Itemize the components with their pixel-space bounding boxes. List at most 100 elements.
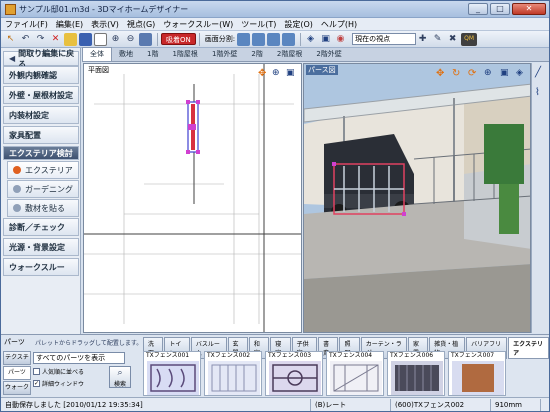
sub-item-gardening[interactable]: ガーデニング	[7, 180, 79, 198]
sub-item-paving[interactable]: 敷材を貼る	[7, 199, 79, 217]
part-thumb-label: TXフェンス007	[451, 352, 495, 359]
window-title: サンプル邸01.m3d - 3Dマイホームデザイナー	[19, 4, 189, 14]
render-icon[interactable]: ◉	[334, 33, 347, 46]
sub-item-exterior[interactable]: エクステリア	[7, 161, 79, 179]
fit-view-icon[interactable]	[139, 32, 152, 46]
plan-camera-icon[interactable]: ▣	[286, 68, 295, 78]
tab-2f-roof[interactable]: 2階屋根	[270, 48, 309, 61]
plan-view[interactable]: 平面図 ✥ ⊕ ▣	[83, 63, 302, 333]
menu-tools[interactable]: ツール(T)	[237, 19, 280, 30]
back-arrow-icon: ◀	[9, 54, 16, 63]
minimize-button[interactable]: _	[468, 3, 488, 15]
part-thumb[interactable]: TXフェンス002	[204, 351, 262, 396]
zoom-out-icon[interactable]: ⊖	[124, 33, 137, 46]
part-thumb[interactable]: TXフェンス004	[326, 351, 384, 396]
part-thumb-label: TXフェンス003	[268, 352, 312, 359]
viewpoint-delete-icon[interactable]: ✖	[446, 33, 459, 46]
tab-1f-roof[interactable]: 1階屋根	[165, 48, 204, 61]
sub-item-gardening-label: ガーデニング	[25, 184, 73, 194]
main-toolbar: ↖ ↶ ↷ ✕ ⊕ ⊖ 吸着ON 画面分割: ◈ ▣ ◉ 現在の視点 ✚ ✎ ✖…	[1, 31, 549, 48]
parts-filter-select[interactable]: すべてのパーツを表示	[33, 352, 125, 364]
perspective-render	[304, 64, 530, 332]
snap-toggle-button[interactable]: 吸着ON	[161, 33, 196, 45]
perspective-view[interactable]: パース図 ✥ ↻ ⟳ ⊕ ▣ ◈	[303, 63, 531, 333]
tab-2f[interactable]: 2階	[244, 48, 269, 61]
part-thumb[interactable]: TXフェンス001	[143, 351, 201, 396]
menu-viewpoint[interactable]: 視点(G)	[123, 19, 159, 30]
qm-logo-icon[interactable]: QM	[461, 32, 478, 46]
exterior-header[interactable]: エクステリア検討	[3, 146, 79, 160]
back-to-layout-button[interactable]: ◀ 間取り編集に戻る	[3, 49, 79, 69]
persp-pan-icon[interactable]: ✥	[436, 68, 444, 79]
close-button[interactable]: ✕	[512, 3, 546, 15]
menu-settings[interactable]: 設定(O)	[280, 19, 317, 30]
persp-rotate-icon[interactable]: ↻	[452, 68, 460, 79]
ctab-exterior[interactable]: エクステリア	[508, 337, 549, 359]
persp-render-icon[interactable]: ▣	[500, 68, 509, 78]
split-vertical-icon[interactable]	[267, 32, 281, 46]
detail-window-checkbox[interactable]: ✓ 詳細ウィンドウ	[33, 379, 84, 388]
tab-all[interactable]: 全体	[82, 47, 112, 61]
menu-furniture[interactable]: 家具配置	[3, 126, 79, 144]
tab-1f[interactable]: 1階	[140, 48, 165, 61]
tab-1f-wall[interactable]: 1階外壁	[205, 48, 244, 61]
open-folder-icon[interactable]	[64, 32, 77, 46]
split-single-icon[interactable]	[237, 32, 251, 46]
menu-light-background[interactable]: 光源・背景設定	[3, 238, 79, 256]
sub-item-exterior-label: エクステリア	[25, 165, 73, 175]
draw-line-icon[interactable]: ╱	[535, 67, 541, 78]
undo-icon[interactable]: ↶	[19, 33, 32, 46]
tab-site[interactable]: 敷地	[112, 48, 140, 61]
menu-file[interactable]: ファイル(F)	[1, 19, 52, 30]
pointer-icon[interactable]: ↖	[4, 33, 17, 46]
save-icon[interactable]	[79, 32, 92, 46]
menu-edit[interactable]: 編集(E)	[52, 19, 87, 30]
redo-icon[interactable]: ↷	[34, 33, 47, 46]
inactive-dot-icon	[13, 204, 21, 212]
app-window: サンプル邸01.m3d - 3Dマイホームデザイナー _ □ ✕ ファイル(F)…	[0, 0, 550, 412]
menu-walkthrough-panel[interactable]: ウォークスルー	[3, 258, 79, 276]
popular-sort-checkbox[interactable]: 人気順に並べる	[33, 367, 84, 376]
persp-orbit-icon[interactable]: ⟳	[468, 68, 476, 79]
walk-button[interactable]: ウォーク	[3, 381, 31, 395]
pan-icon[interactable]: ✥	[258, 68, 266, 79]
part-thumb[interactable]: TXフェンス003	[265, 351, 323, 396]
menu-help[interactable]: ヘルプ(H)	[317, 19, 361, 30]
menu-diagnosis[interactable]: 診断／チェック	[3, 218, 79, 236]
cube-view-icon[interactable]: ◈	[304, 33, 317, 46]
persp-settings-icon[interactable]: ◈	[516, 68, 523, 78]
measure-icon[interactable]: ⌇	[535, 87, 540, 98]
sub-item-paving-label: 敷材を貼る	[25, 203, 65, 213]
menu-walkthrough[interactable]: ウォークスルー(W)	[159, 19, 237, 30]
zoom-view-icon[interactable]: ⊕	[272, 68, 280, 78]
part-thumb[interactable]: TXフェンス006	[387, 351, 445, 396]
status-size: 910mm	[491, 398, 541, 411]
viewpoint-edit-icon[interactable]: ✎	[431, 33, 444, 46]
viewpoint-select[interactable]: 現在の視点	[352, 33, 417, 45]
menu-interior-material[interactable]: 内装材設定	[3, 106, 79, 124]
parts-button[interactable]: パーツ	[3, 366, 31, 380]
camera-icon[interactable]: ▣	[319, 33, 332, 46]
fence-006-image	[391, 361, 443, 395]
maximize-button[interactable]: □	[490, 3, 510, 15]
new-document-icon[interactable]	[94, 32, 107, 46]
part-thumb-label: TXフェンス001	[146, 352, 190, 359]
split-horizontal-icon[interactable]	[252, 32, 266, 46]
tab-2f-wall[interactable]: 2階外壁	[309, 48, 348, 61]
texture-button[interactable]: テクスチャ	[3, 351, 31, 373]
fence-002-image	[208, 361, 260, 395]
persp-zoom-icon[interactable]: ⊕	[484, 68, 492, 78]
search-button[interactable]: ⌕ 検索	[109, 366, 131, 388]
screen-split-label: 画面分割:	[204, 35, 236, 43]
search-icon: ⌕	[117, 368, 123, 378]
menu-wall-roof-material[interactable]: 外壁・屋根材設定	[3, 86, 79, 104]
split-quad-icon[interactable]	[282, 32, 296, 46]
viewpoint-add-icon[interactable]: ✚	[416, 33, 429, 46]
menu-view[interactable]: 表示(V)	[87, 19, 123, 30]
part-thumb-label: TXフェンス002	[207, 352, 251, 359]
delete-icon[interactable]: ✕	[49, 33, 62, 46]
part-thumb[interactable]: TXフェンス007	[448, 351, 506, 396]
status-part: (600)TXフェンス002	[391, 398, 491, 411]
menu-exterior-interior-check[interactable]: 外観内観確認	[3, 66, 79, 84]
zoom-in-icon[interactable]: ⊕	[109, 33, 122, 46]
